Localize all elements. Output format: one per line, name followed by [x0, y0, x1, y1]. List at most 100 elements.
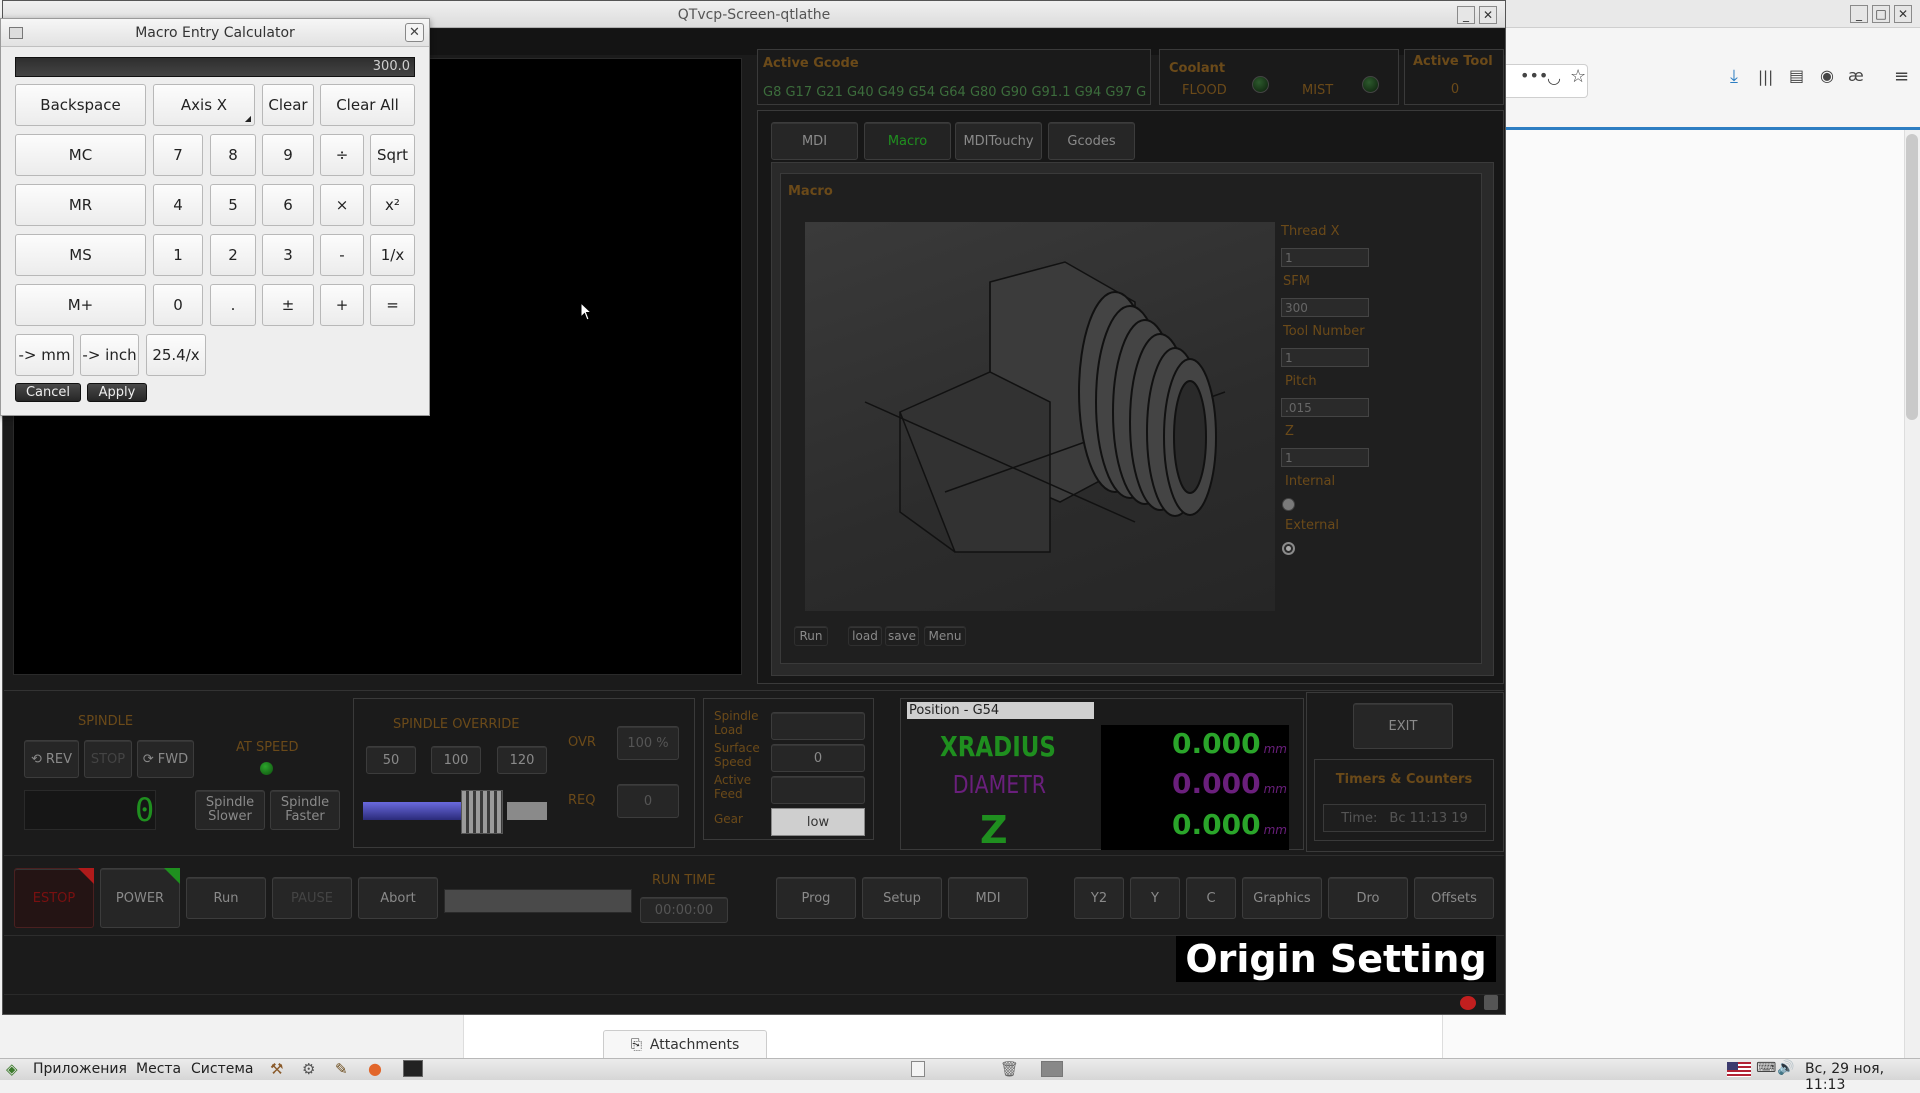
download-icon[interactable]: ⤓	[1730, 66, 1738, 87]
applications-menu[interactable]: Приложения	[33, 1061, 127, 1077]
exit-button[interactable]: EXIT	[1353, 703, 1453, 749]
macro-load-button[interactable]: load	[848, 626, 882, 646]
terminal-icon[interactable]	[403, 1060, 423, 1077]
internal-radio[interactable]	[1282, 498, 1295, 511]
calc-6-button[interactable]: 6	[262, 184, 314, 226]
calc-divide-button[interactable]: ÷	[320, 134, 364, 176]
calc-reciprocal-button[interactable]: 1/x	[370, 234, 415, 276]
calc-7-button[interactable]: 7	[153, 134, 203, 176]
calc-1-button[interactable]: 1	[153, 234, 203, 276]
macro-run-button[interactable]: Run	[794, 626, 828, 646]
calc-3-button[interactable]: 3	[262, 234, 314, 276]
network-icon[interactable]: ⌨	[1756, 1060, 1776, 1076]
calc-mplus-button[interactable]: M+	[15, 284, 146, 326]
calc-plus-button[interactable]: +	[320, 284, 364, 326]
setup-button[interactable]: Setup	[862, 877, 942, 919]
pocket-icon[interactable]: ◡	[1547, 68, 1561, 87]
pitch-input[interactable]: .015	[1281, 398, 1369, 417]
distro-logo-icon[interactable]: ◈	[6, 1060, 18, 1078]
calc-square-button[interactable]: x²	[370, 184, 415, 226]
c-button[interactable]: C	[1186, 877, 1236, 919]
tool-number-input[interactable]: 1	[1281, 348, 1369, 367]
pause-button[interactable]: PAUSE	[272, 877, 352, 919]
library-icon[interactable]: |||	[1758, 68, 1773, 86]
offsets-button[interactable]: Offsets	[1414, 877, 1494, 919]
calc-mr-button[interactable]: MR	[15, 184, 146, 226]
calc-4-button[interactable]: 4	[153, 184, 203, 226]
macro-menu-button[interactable]: Menu	[924, 626, 966, 646]
calc-mm-to-inch-button[interactable]: 25.4/x	[146, 334, 206, 376]
override-50-button[interactable]: 50	[366, 746, 416, 774]
tool-launcher-icon[interactable]: ⚒	[270, 1060, 283, 1078]
thread-x-input[interactable]: 1	[1281, 248, 1369, 267]
spindle-faster-button[interactable]: Spindle Faster	[270, 790, 340, 830]
calc-clear-all-button[interactable]: Clear All	[320, 84, 415, 126]
browser-maximize-button[interactable]: □	[1872, 5, 1890, 23]
places-menu[interactable]: Места	[136, 1061, 181, 1077]
spindle-rev-button[interactable]: ⟲ REV	[24, 740, 79, 778]
browser-scroll-thumb[interactable]	[1906, 134, 1918, 420]
calc-mc-button[interactable]: MC	[15, 134, 146, 176]
external-radio[interactable]	[1282, 542, 1295, 555]
browser-minimize-button[interactable]: _	[1850, 5, 1868, 23]
override-100-button[interactable]: 100	[431, 746, 481, 774]
sfm-input[interactable]: 300	[1281, 298, 1369, 317]
volume-icon[interactable]: 🔊	[1777, 1060, 1794, 1076]
sidebar-icon[interactable]: ▤	[1789, 66, 1804, 85]
calc-close-button[interactable]: ✕	[405, 23, 424, 42]
app-launcher-icon[interactable]: ⚙	[302, 1060, 315, 1078]
calc-9-button[interactable]: 9	[262, 134, 314, 176]
calc-clear-button[interactable]: Clear	[262, 84, 314, 126]
calc-5-button[interactable]: 5	[210, 184, 256, 226]
tab-mdi[interactable]: MDI	[771, 122, 858, 160]
spindle-slower-button[interactable]: Spindle Slower	[195, 790, 265, 830]
tab-mditouchy[interactable]: MDITouchy	[955, 122, 1042, 160]
spindle-stop-button[interactable]: STOP	[84, 740, 132, 778]
calc-apply-button[interactable]: Apply	[87, 383, 147, 402]
calc-plusminus-button[interactable]: ±	[262, 284, 314, 326]
calc-sqrt-button[interactable]: Sqrt	[370, 134, 415, 176]
graphics-button[interactable]: Graphics	[1242, 877, 1322, 919]
qtvcp-close-button[interactable]: ✕	[1479, 6, 1497, 24]
dro-button[interactable]: Dro	[1328, 877, 1408, 919]
window-list-item-icon[interactable]	[911, 1061, 925, 1077]
calc-8-button[interactable]: 8	[210, 134, 256, 176]
calc-axis-select[interactable]: Axis X ◢	[153, 84, 255, 126]
firefox-icon[interactable]: ●	[368, 1059, 382, 1078]
calc-to-inch-button[interactable]: -> inch	[80, 334, 139, 376]
calc-cancel-button[interactable]: Cancel	[15, 383, 81, 402]
z-input[interactable]: 1	[1281, 448, 1369, 467]
tab-gcodes[interactable]: Gcodes	[1048, 122, 1135, 160]
y2-button[interactable]: Y2	[1074, 877, 1124, 919]
override-120-button[interactable]: 120	[497, 746, 547, 774]
abort-button[interactable]: Abort	[358, 877, 438, 919]
us-flag-icon[interactable]	[1727, 1062, 1751, 1077]
text-editor-icon[interactable]: ✎	[335, 1060, 348, 1078]
override-slider[interactable]	[361, 790, 548, 834]
bookmark-star-icon[interactable]: ☆	[1570, 66, 1586, 87]
y-button[interactable]: Y	[1130, 877, 1180, 919]
system-menu[interactable]: Система	[191, 1061, 253, 1077]
override-slider-handle[interactable]	[461, 790, 503, 834]
run-button[interactable]: Run	[186, 877, 266, 919]
extension-icon[interactable]: æ	[1848, 66, 1864, 85]
tab-macro[interactable]: Macro	[864, 122, 951, 160]
account-icon[interactable]: ◉	[1820, 66, 1834, 85]
mdi-button[interactable]: MDI	[948, 877, 1028, 919]
calc-0-button[interactable]: 0	[153, 284, 203, 326]
menu-icon[interactable]: ≡	[1894, 66, 1909, 87]
calc-to-mm-button[interactable]: -> mm	[15, 334, 74, 376]
prog-button[interactable]: Prog	[776, 877, 856, 919]
calc-ms-button[interactable]: MS	[15, 234, 146, 276]
browser-close-button[interactable]: ✕	[1894, 5, 1912, 23]
calc-multiply-button[interactable]: ×	[320, 184, 364, 226]
calc-2-button[interactable]: 2	[210, 234, 256, 276]
qtvcp-minimize-button[interactable]: _	[1457, 6, 1475, 24]
workspace-icon[interactable]	[1041, 1061, 1063, 1077]
spindle-fwd-button[interactable]: ⟳ FWD	[137, 740, 194, 778]
calc-minus-button[interactable]: -	[320, 234, 364, 276]
calc-backspace-button[interactable]: Backspace	[15, 84, 146, 126]
trash-icon[interactable]: 🗑	[1000, 1060, 1019, 1078]
macro-save-button[interactable]: save	[885, 626, 919, 646]
calc-equals-button[interactable]: =	[370, 284, 415, 326]
